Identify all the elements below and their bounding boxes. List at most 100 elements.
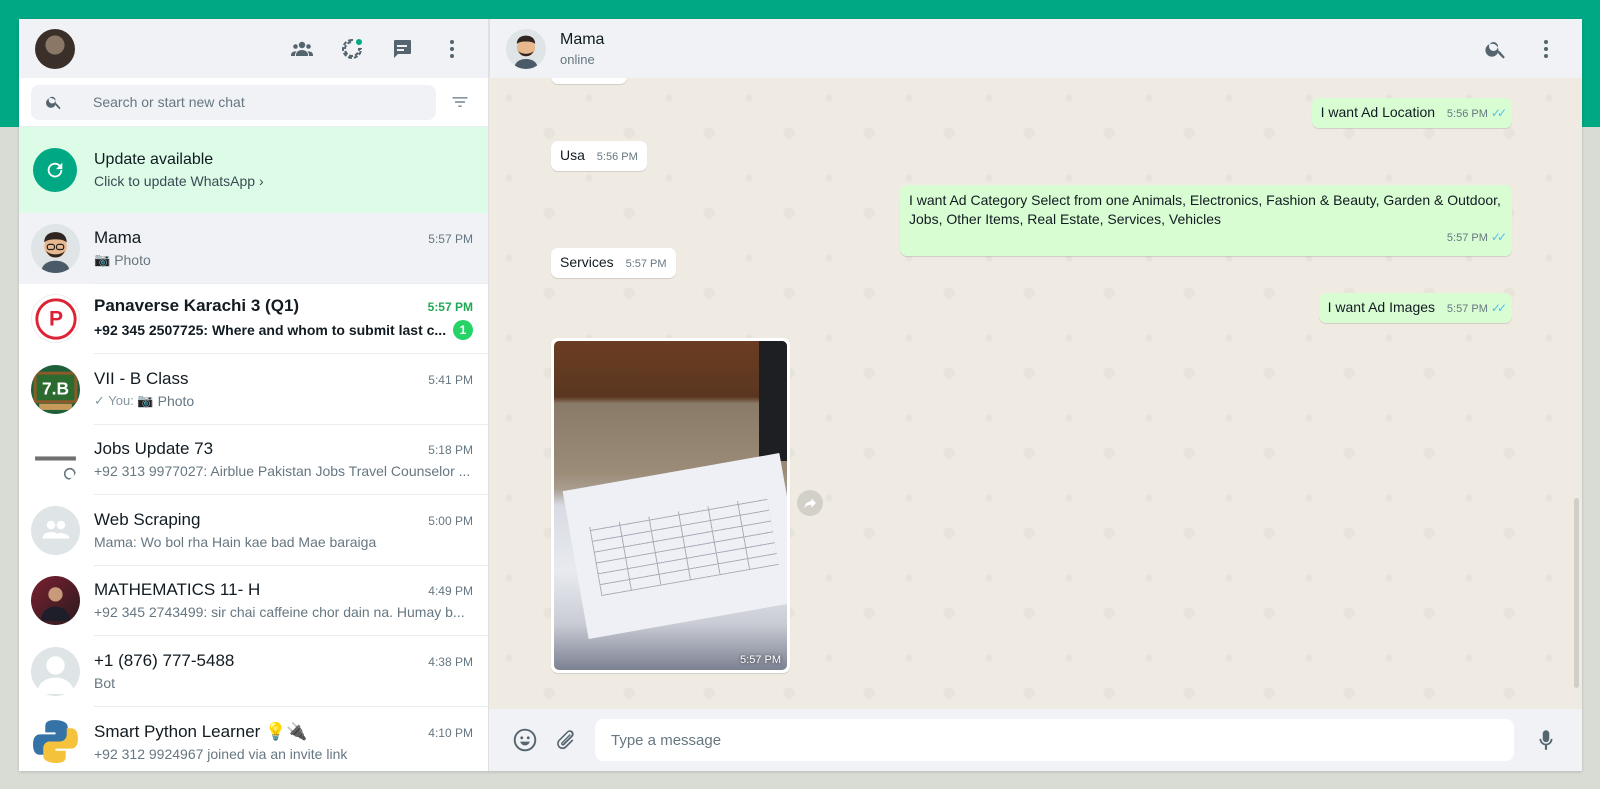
avatar [31, 435, 80, 485]
message-text: I want Ad Category Select from one Anima… [909, 192, 1501, 227]
photo-thumbnail[interactable]: 5:57 PM [554, 341, 787, 670]
chat-item-smart-python-learner[interactable]: Smart Python Learner 💡🔌 4:10 PM +92 312 9… [19, 707, 488, 772]
forward-icon[interactable] [797, 490, 823, 516]
message-text: Usa [560, 147, 585, 163]
group-avatar-icon [31, 505, 80, 555]
message-area: I want Ad Location 5:56 PM ✓✓ Usa 5:56 PM… [489, 78, 1582, 709]
chat-item-mathematics[interactable]: MATHEMATICS 11- H 4:49 PM +92 345 2743499… [19, 566, 488, 636]
chat-preview: Photo [157, 392, 195, 409]
read-ticks-icon: ✓✓ [1490, 230, 1507, 244]
sent-camera-icon: ✓ You: 📷 [94, 392, 154, 408]
menu-icon[interactable] [432, 29, 472, 69]
contact-status: online [560, 51, 595, 67]
conversation-header[interactable]: Mama online [489, 19, 1582, 78]
chat-preview: +92 345 2507725: Where and whom to submi… [94, 322, 447, 339]
filter-icon[interactable] [444, 86, 476, 118]
microphone-icon[interactable] [1526, 720, 1566, 760]
message-time: 5:57 PM [1446, 232, 1488, 244]
avatar [31, 576, 80, 626]
chat-time: 5:41 PM [428, 372, 473, 387]
sidebar-header [19, 19, 488, 78]
message-bubble-outgoing[interactable]: I want Ad Images 5:57 PM ✓✓ [1318, 293, 1512, 323]
search-box [31, 84, 436, 120]
chat-time: 4:38 PM [428, 654, 473, 669]
update-banner[interactable]: Update available Click to update WhatsAp… [19, 127, 488, 213]
chat-preview: Mama: Wo bol rha Hain kae bad Mae baraig… [94, 533, 377, 550]
chat-preview: +92 312 9924967 joined via an invite lin… [94, 745, 348, 762]
chat-name: Smart Python Learner 💡🔌 [94, 721, 308, 741]
message-time: 5:57 PM [625, 258, 667, 270]
chat-name: MATHEMATICS 11- H [94, 580, 261, 600]
chat-item-mama[interactable]: Mama 5:57 PM 📷 Photo [19, 213, 488, 284]
message-time: 5:57 PM [740, 654, 781, 666]
message-bubble-outgoing[interactable]: I want Ad Location 5:56 PM ✓✓ [1311, 98, 1512, 128]
message-bubble-outgoing[interactable]: I want Ad Category Select from one Anima… [900, 185, 1512, 256]
update-title: Update available [94, 151, 214, 168]
chat-item-vii-b-class[interactable]: 7.B VII - B Class 5:41 PM ✓ You: 📷 Photo [19, 354, 488, 425]
chat-item-web-scraping[interactable]: Web Scraping 5:00 PM Mama: Wo bol rha Hai… [19, 495, 488, 566]
profile-avatar[interactable] [35, 28, 75, 69]
chat-time: 4:49 PM [428, 584, 473, 599]
message-time: 5:56 PM [596, 151, 638, 163]
emoji-icon[interactable] [505, 720, 545, 760]
attach-icon[interactable] [545, 720, 585, 760]
chat-item-jobs-update[interactable]: Jobs Update 73 5:18 PM +92 313 9977027: A… [19, 425, 488, 495]
chat-time: 5:57 PM [428, 231, 473, 246]
avatar: 7.B [31, 364, 80, 414]
chat-time: 5:00 PM [428, 513, 473, 528]
contact-name: Mama [560, 30, 605, 48]
unread-badge: 1 [453, 320, 473, 341]
message-area-scrollbar[interactable] [1574, 498, 1579, 688]
message-bubble-incoming[interactable]: Services 5:57 PM [551, 248, 676, 278]
conversation-menu-icon[interactable] [1526, 29, 1566, 69]
update-link[interactable]: Click to update WhatsApp › [94, 173, 264, 189]
message-bubble-cropped [551, 78, 627, 84]
python-logo-icon [31, 717, 80, 767]
chat-name: +1 (876) 777-5488 [94, 650, 235, 670]
avatar: P [31, 294, 80, 344]
message-input[interactable] [595, 719, 1514, 761]
svg-text:7.B: 7.B [42, 378, 69, 398]
composer [489, 709, 1582, 771]
read-ticks-icon: ✓✓ [1490, 106, 1507, 120]
search-icon[interactable] [45, 93, 63, 111]
search-row [19, 78, 488, 127]
refresh-icon [33, 148, 77, 192]
search-input[interactable] [93, 94, 393, 110]
conversation-header-icons [1476, 29, 1566, 69]
camera-icon: 📷 [94, 251, 111, 267]
chat-name: Web Scraping [94, 509, 201, 529]
chat-list: Mama 5:57 PM 📷 Photo P Panaverse Karachi 3… [19, 213, 488, 771]
message-time: 5:56 PM [1446, 108, 1488, 120]
chat-name: Panaverse Karachi 3 (Q1) [94, 296, 300, 316]
conversation-pane: Mama online I want Ad Location 5:56 PM ✓✓ [489, 19, 1582, 771]
chat-time: 5:57 PM [427, 300, 473, 315]
message-text: I want Ad Images [1327, 299, 1436, 315]
chat-item-panaverse[interactable]: P Panaverse Karachi 3 (Q1) 5:57 PM +92 34… [19, 284, 488, 354]
chat-name: VII - B Class [94, 368, 189, 388]
chat-item-bot[interactable]: +1 (876) 777-5488 4:38 PM Bot [19, 636, 488, 707]
chat-preview: Photo [114, 251, 151, 268]
communities-icon[interactable] [282, 29, 322, 69]
message-bubble-incoming[interactable]: Usa 5:56 PM [551, 141, 647, 171]
message-text: Services [560, 254, 614, 270]
default-avatar-icon [31, 646, 80, 696]
whatsapp-web-app: Update available Click to update WhatsAp… [19, 19, 1582, 771]
sidebar-header-icons [282, 29, 472, 69]
chat-name: Jobs Update 73 [94, 439, 214, 459]
message-text: I want Ad Location [1320, 104, 1436, 120]
read-ticks-icon: ✓✓ [1490, 301, 1507, 315]
contact-avatar[interactable] [506, 28, 546, 69]
message-time: 5:57 PM [1446, 303, 1488, 315]
status-icon[interactable] [332, 29, 372, 69]
chat-time: 5:18 PM [428, 443, 473, 458]
photo-message[interactable]: 5:57 PM [551, 338, 790, 673]
chat-time: 4:10 PM [428, 725, 473, 740]
chat-preview: +92 313 9977027: Airblue Pakistan Jobs T… [94, 463, 471, 480]
chat-preview: Bot [94, 674, 116, 691]
chat-name: Mama [94, 227, 142, 247]
sidebar: Update available Click to update WhatsAp… [19, 19, 489, 771]
new-chat-icon[interactable] [382, 29, 422, 69]
avatar [31, 223, 80, 273]
search-messages-icon[interactable] [1476, 29, 1516, 69]
